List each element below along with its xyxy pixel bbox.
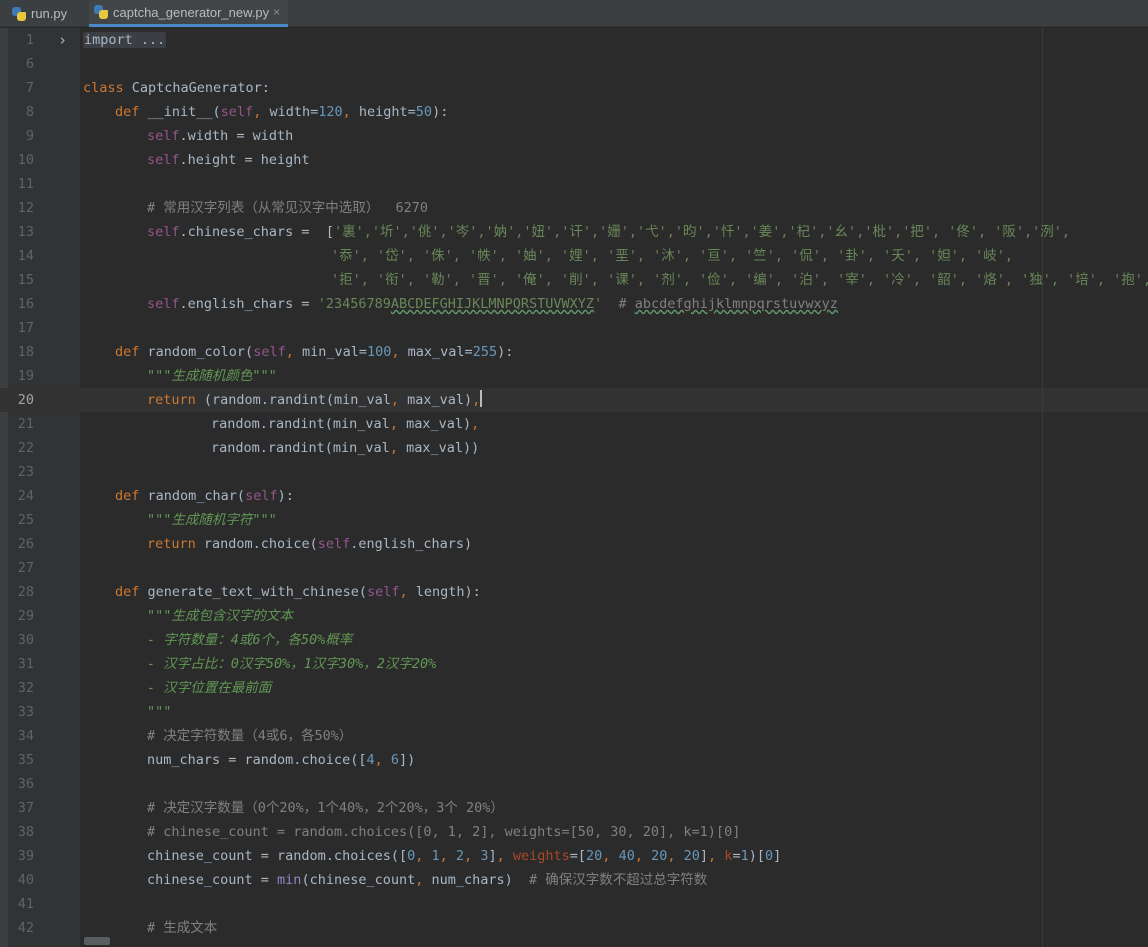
line-number: 41 — [17, 896, 34, 912]
line-number: 36 — [17, 776, 34, 792]
code-line[interactable]: # 决定汉字数量（0个20%，1个40%，2个20%，3个 20%） — [147, 796, 504, 820]
line-number: 6 — [25, 56, 34, 72]
line-number: 26 — [17, 536, 34, 552]
line-number: 32 — [17, 680, 34, 696]
horizontal-scrollbar-thumb[interactable] — [84, 937, 110, 945]
expand-fold-icon[interactable]: › — [58, 28, 67, 52]
line-number: 9 — [25, 128, 34, 144]
code-line[interactable]: # 决定字符数量（4或6，各50%） — [147, 724, 352, 748]
line-number: 27 — [17, 560, 34, 576]
line-number: 24 — [17, 488, 34, 504]
line-number: 31 — [17, 656, 34, 672]
code-line[interactable]: """生成包含汉字的文本 — [147, 604, 293, 628]
tab-captcha-generator-new-py[interactable]: captcha_generator_new.py × — [89, 0, 288, 27]
code-line[interactable]: num_chars = random.choice([4, 6]) — [147, 748, 415, 772]
close-tab-icon[interactable]: × — [273, 5, 280, 19]
code-line[interactable]: def random_color(self, min_val=100, max_… — [115, 340, 513, 364]
code-line[interactable]: """生成随机字符""" — [147, 508, 277, 532]
code-line[interactable]: return (random.randint(min_val, max_val)… — [147, 388, 483, 412]
line-number: 14 — [17, 248, 34, 264]
line-number: 22 — [17, 440, 34, 456]
python-file-icon — [94, 5, 108, 19]
line-number: 16 — [17, 296, 34, 312]
code-line[interactable]: - 汉字占比：0汉字50%，1汉字30%，2汉字20% — [147, 652, 436, 676]
tab-label: captcha_generator_new.py — [113, 4, 270, 20]
line-number: 7 — [25, 80, 34, 96]
line-number: 20 — [17, 392, 34, 408]
line-number: 10 — [17, 152, 34, 168]
code-line[interactable]: '忝', '岱', '侏', '帙', '妯', '娌', '垩', '沐', … — [331, 244, 1013, 268]
line-number: 40 — [17, 872, 34, 888]
code-line[interactable]: import ... — [83, 28, 167, 52]
tab-run-py[interactable]: run.py — [12, 0, 84, 27]
line-number: 19 — [17, 368, 34, 384]
code-line[interactable]: # chinese_count = random.choices([0, 1, … — [147, 820, 740, 844]
code-line[interactable]: """生成随机颜色""" — [147, 364, 277, 388]
line-number: 23 — [17, 464, 34, 480]
code-line[interactable]: - 汉字位置在最前面 — [147, 676, 271, 700]
line-number: 11 — [17, 176, 34, 192]
line-number: 37 — [17, 800, 34, 816]
code-line[interactable]: return random.choice(self.english_chars) — [147, 532, 472, 556]
code-line[interactable]: self.width = width — [147, 124, 293, 148]
line-number: 1 — [25, 32, 34, 48]
line-number: 29 — [17, 608, 34, 624]
code-line[interactable]: def __init__(self, width=120, height=50)… — [115, 100, 448, 124]
line-number: 18 — [17, 344, 34, 360]
code-line[interactable]: def random_char(self): — [115, 484, 294, 508]
line-number: 21 — [17, 416, 34, 432]
line-number: 39 — [17, 848, 34, 864]
code-line[interactable]: self.height = height — [147, 148, 310, 172]
line-number: 30 — [17, 632, 34, 648]
python-file-icon — [12, 6, 26, 21]
code-line[interactable]: # 生成文本 — [147, 916, 217, 940]
tab-label: run.py — [31, 6, 68, 21]
line-number: 8 — [25, 104, 34, 120]
code-line[interactable]: random.randint(min_val, max_val)) — [211, 436, 479, 460]
right-margin-guide — [1042, 28, 1043, 947]
line-number: 35 — [17, 752, 34, 768]
line-number: 13 — [17, 224, 34, 240]
line-number: 25 — [17, 512, 34, 528]
line-number: 38 — [17, 824, 34, 840]
code-line[interactable]: self.chinese_chars = ['裏','圻','佻','岑','妠… — [147, 220, 1070, 244]
code-line[interactable]: class CaptchaGenerator: — [83, 76, 270, 100]
line-number: 34 — [17, 728, 34, 744]
line-number: 42 — [17, 920, 34, 936]
code-line[interactable]: # 常用汉字列表（从常见汉字中选取） 6270 — [147, 196, 428, 220]
line-number: 17 — [17, 320, 34, 336]
code-line[interactable]: '拒', '衔', '勒', '晋', '俺', '削', '课', '剂', … — [331, 268, 1148, 292]
line-number: 15 — [17, 272, 34, 288]
code-line[interactable]: - 字符数量：4或6个，各50%概率 — [147, 628, 352, 652]
editor-tab-bar: run.py captcha_generator_new.py × — [0, 0, 1148, 27]
line-number: 12 — [17, 200, 34, 216]
code-line[interactable]: self.english_chars = '23456789ABCDEFGHIJ… — [147, 292, 838, 316]
code-line[interactable]: def generate_text_with_chinese(self, len… — [115, 580, 481, 604]
text-caret — [480, 390, 483, 407]
code-line[interactable]: """ — [147, 700, 171, 724]
code-line[interactable]: chinese_count = min(chinese_count, num_c… — [147, 868, 707, 892]
folded-imports[interactable]: import ... — [83, 32, 167, 48]
code-line[interactable]: chinese_count = random.choices([0, 1, 2,… — [147, 844, 781, 868]
line-number: 33 — [17, 704, 34, 720]
line-number: 28 — [17, 584, 34, 600]
code-line[interactable]: random.randint(min_val, max_val), — [211, 412, 479, 436]
